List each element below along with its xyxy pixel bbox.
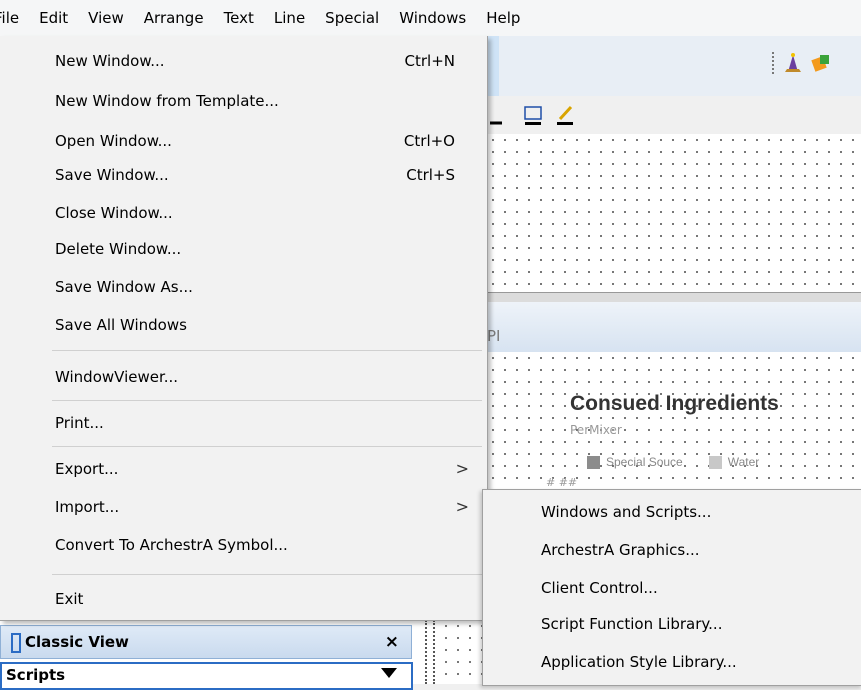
chart-title: Consued Ingredients [570, 392, 779, 415]
line-color-icon[interactable] [554, 104, 576, 126]
toolbar-row-2 [490, 96, 576, 126]
submenu-item-label: Windows and Scripts... [541, 503, 712, 521]
wizard-icon[interactable] [782, 52, 804, 74]
submenu-item-label: Client Control... [541, 579, 658, 597]
menu-item-label: Close Window... [55, 204, 173, 222]
legend-label-water: Water [727, 455, 760, 469]
chart-subtitle: PerMixer [570, 423, 622, 437]
menu-item-new-window[interactable]: New Window... Ctrl+N [0, 42, 487, 80]
toolbar-band [487, 36, 499, 96]
menu-item-import[interactable]: Import... > [0, 488, 487, 526]
submenu-item-archestra-graphics[interactable]: ArchestrA Graphics... [483, 532, 861, 569]
menu-special[interactable]: Special [315, 0, 389, 36]
legend-label-special-souce: Special Souce [606, 455, 683, 469]
menu-item-delete-window[interactable]: Delete Window... [0, 230, 487, 268]
menu-edit[interactable]: Edit [29, 0, 78, 36]
legend-swatch-special-souce [587, 455, 600, 469]
menu-item-save-all-windows[interactable]: Save All Windows [0, 306, 487, 344]
menu-item-print[interactable]: Print... [0, 404, 487, 442]
submenu-item-label: Application Style Library... [541, 653, 737, 671]
script-icon[interactable] [810, 52, 832, 74]
menu-item-shortcut: Ctrl+O [403, 132, 455, 150]
submenu-item-client-control[interactable]: Client Control... [483, 570, 861, 607]
menu-item-close-window[interactable]: Close Window... [0, 194, 487, 232]
file-menu: New Window... Ctrl+N New Window from Tem… [0, 36, 488, 621]
menu-item-convert-to-archestra-symbol[interactable]: Convert To ArchestrA Symbol... [0, 526, 487, 564]
menu-file[interactable]: File [0, 0, 29, 36]
toolbar-grip [772, 52, 776, 74]
menu-item-save-window-as[interactable]: Save Window As... [0, 268, 487, 306]
menu-item-label: Delete Window... [55, 240, 182, 258]
import-submenu: Windows and Scripts... ArchestrA Graphic… [482, 489, 861, 686]
menu-line[interactable]: Line [264, 0, 315, 36]
scripts-label: Scripts [6, 666, 66, 684]
menu-item-shortcut: Ctrl+S [406, 166, 455, 184]
menu-item-new-window-from-template[interactable]: New Window from Template... [0, 82, 487, 120]
classic-view-header[interactable]: Classic View × [0, 625, 412, 659]
chart-legend: Special Souce Water [587, 455, 759, 469]
splitter-handle[interactable] [425, 620, 435, 684]
menu-windows[interactable]: Windows [389, 0, 476, 36]
menu-item-save-window[interactable]: Save Window... Ctrl+S [0, 156, 487, 194]
menu-item-label: Exit [55, 590, 84, 608]
window-title: PI [487, 327, 501, 345]
menu-item-label: Save All Windows [55, 316, 187, 334]
menu-item-export[interactable]: Export... > [0, 450, 487, 488]
menu-separator [52, 350, 482, 351]
fill-color-icon[interactable] [522, 104, 544, 126]
scripts-dropdown[interactable]: Scripts [0, 662, 413, 690]
chevron-right-icon: > [455, 459, 469, 478]
menu-help[interactable]: Help [476, 0, 530, 36]
menu-bar: File Edit View Arrange Text Line Special… [0, 0, 861, 36]
menu-arrange[interactable]: Arrange [134, 0, 214, 36]
menu-item-label: Save Window... [55, 166, 169, 184]
window-canvas-top[interactable] [487, 134, 861, 292]
menu-item-label: New Window... [55, 52, 165, 70]
menu-item-windowviewer[interactable]: WindowViewer... [0, 358, 487, 396]
menu-item-label: WindowViewer... [55, 368, 179, 386]
submenu-item-label: Script Function Library... [541, 615, 723, 633]
window-canvas-bottom[interactable] [440, 620, 487, 684]
menu-item-label: Save Window As... [55, 278, 193, 296]
window-titlebar[interactable]: PI [487, 302, 861, 352]
menu-separator [52, 400, 482, 401]
submenu-item-script-function-library[interactable]: Script Function Library... [483, 606, 861, 643]
submenu-item-windows-and-scripts[interactable]: Windows and Scripts... [483, 494, 861, 531]
chevron-down-icon[interactable] [381, 668, 397, 678]
menu-item-label: Print... [55, 414, 104, 432]
menu-item-label: Import... [55, 498, 120, 516]
menu-item-exit[interactable]: Exit [0, 580, 487, 618]
close-icon[interactable]: × [385, 626, 399, 658]
legend-swatch-water [708, 455, 722, 469]
toolbar-icons [772, 52, 832, 74]
menu-text[interactable]: Text [214, 0, 264, 36]
classic-view-title: Classic View [25, 633, 129, 651]
submenu-item-label: ArchestrA Graphics... [541, 541, 700, 559]
menu-separator [52, 446, 482, 447]
menu-item-label: Convert To ArchestrA Symbol... [55, 536, 288, 554]
line-style-icon[interactable] [490, 104, 512, 126]
axis-label: # ## [546, 476, 578, 489]
chevron-right-icon: > [455, 497, 469, 516]
menu-item-label: Open Window... [55, 132, 172, 150]
menu-item-label: Export... [55, 460, 119, 478]
submenu-item-application-style-library[interactable]: Application Style Library... [483, 644, 861, 681]
panel-icon [11, 632, 21, 653]
menu-view[interactable]: View [78, 0, 134, 36]
menu-item-shortcut: Ctrl+N [404, 52, 455, 70]
menu-item-label: New Window from Template... [55, 92, 279, 110]
menu-separator [52, 574, 482, 575]
menu-item-open-window[interactable]: Open Window... Ctrl+O [0, 122, 487, 160]
